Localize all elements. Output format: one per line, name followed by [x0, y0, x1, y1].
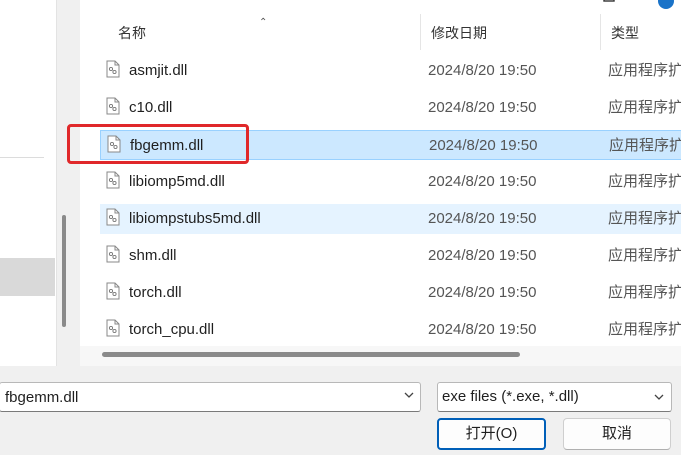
file-dll-icon — [106, 245, 120, 263]
file-name: shm.dll — [129, 247, 177, 264]
column-header-type[interactable]: 类型 — [600, 14, 681, 50]
help-icon[interactable] — [657, 0, 675, 10]
file-name: libiomp5md.dll — [129, 173, 225, 190]
annotation-highlight-box — [67, 124, 249, 164]
minimize-icon[interactable] — [544, 0, 558, 6]
file-type-filter-select[interactable]: exe files (*.exe, *.dll) — [437, 382, 672, 412]
file-type: 应用程序扩 — [608, 210, 681, 227]
file-type-filter-label: exe files (*.exe, *.dll) — [442, 388, 579, 405]
column-header-name[interactable]: 名称 — [108, 14, 420, 50]
nav-selected-item[interactable] — [0, 258, 55, 296]
file-row[interactable]: shm.dll 2024/8/20 19:50 应用程序扩 — [100, 241, 681, 271]
file-name: torch_cpu.dll — [129, 321, 215, 338]
file-type: 应用程序扩 — [608, 99, 681, 116]
file-name-input[interactable] — [0, 382, 421, 412]
file-date-modified: 2024/8/20 19:50 — [428, 99, 537, 116]
file-row[interactable]: asmjit.dll 2024/8/20 19:50 应用程序扩 — [100, 56, 681, 86]
file-type: 应用程序扩 — [608, 284, 681, 301]
file-row-hover[interactable]: libiompstubs5md.dll 2024/8/20 19:50 应用程序… — [100, 204, 681, 234]
nav-divider — [0, 157, 44, 158]
file-dll-icon — [106, 319, 120, 337]
file-date-modified: 2024/8/20 19:50 — [428, 62, 537, 79]
open-button[interactable]: 打开(O) — [437, 418, 546, 450]
file-date-modified: 2024/8/20 19:50 — [428, 284, 537, 301]
chevron-down-icon[interactable] — [403, 389, 415, 401]
file-row[interactable]: libiomp5md.dll 2024/8/20 19:50 应用程序扩 — [100, 167, 681, 197]
nav-vertical-scrollbar[interactable] — [62, 215, 66, 327]
file-name: asmjit.dll — [129, 62, 188, 79]
file-row[interactable]: torch.dll 2024/8/20 19:50 应用程序扩 — [100, 278, 681, 308]
file-type: 应用程序扩 — [608, 321, 681, 338]
file-list-pane: ⌃ 名称 修改日期 类型 asmjit.dll 2024/8/20 19:50 … — [80, 0, 681, 366]
file-type: 应用程序扩 — [608, 173, 681, 190]
maximize-icon[interactable] — [602, 0, 616, 6]
file-date-modified: 2024/8/20 19:50 — [428, 247, 537, 264]
file-name: c10.dll — [129, 99, 173, 116]
file-date-modified: 2024/8/20 19:50 — [428, 210, 537, 227]
file-date-modified: 2024/8/20 19:50 — [428, 173, 537, 190]
file-row[interactable]: c10.dll 2024/8/20 19:50 应用程序扩 — [100, 93, 681, 123]
column-header-row: ⌃ 名称 修改日期 类型 — [80, 14, 681, 50]
file-dll-icon — [106, 282, 120, 300]
file-name: torch.dll — [129, 284, 182, 301]
file-type: 应用程序扩 — [609, 137, 681, 154]
navigation-pane — [0, 0, 57, 366]
file-dll-icon — [106, 208, 120, 226]
file-dll-icon — [106, 60, 120, 78]
file-type: 应用程序扩 — [608, 62, 681, 79]
chevron-down-icon — [654, 394, 664, 400]
file-date-modified: 2024/8/20 19:50 — [429, 137, 538, 154]
file-row[interactable]: torch_cpu.dll 2024/8/20 19:50 应用程序扩 — [100, 315, 681, 345]
horizontal-scrollbar-thumb[interactable] — [102, 352, 520, 357]
file-dll-icon — [106, 97, 120, 115]
cancel-button[interactable]: 取消 — [563, 418, 671, 450]
file-name: libiompstubs5md.dll — [129, 210, 261, 227]
file-dll-icon — [106, 171, 120, 189]
column-header-date-modified[interactable]: 修改日期 — [420, 14, 600, 50]
file-date-modified: 2024/8/20 19:50 — [428, 321, 537, 338]
file-type: 应用程序扩 — [608, 247, 681, 264]
